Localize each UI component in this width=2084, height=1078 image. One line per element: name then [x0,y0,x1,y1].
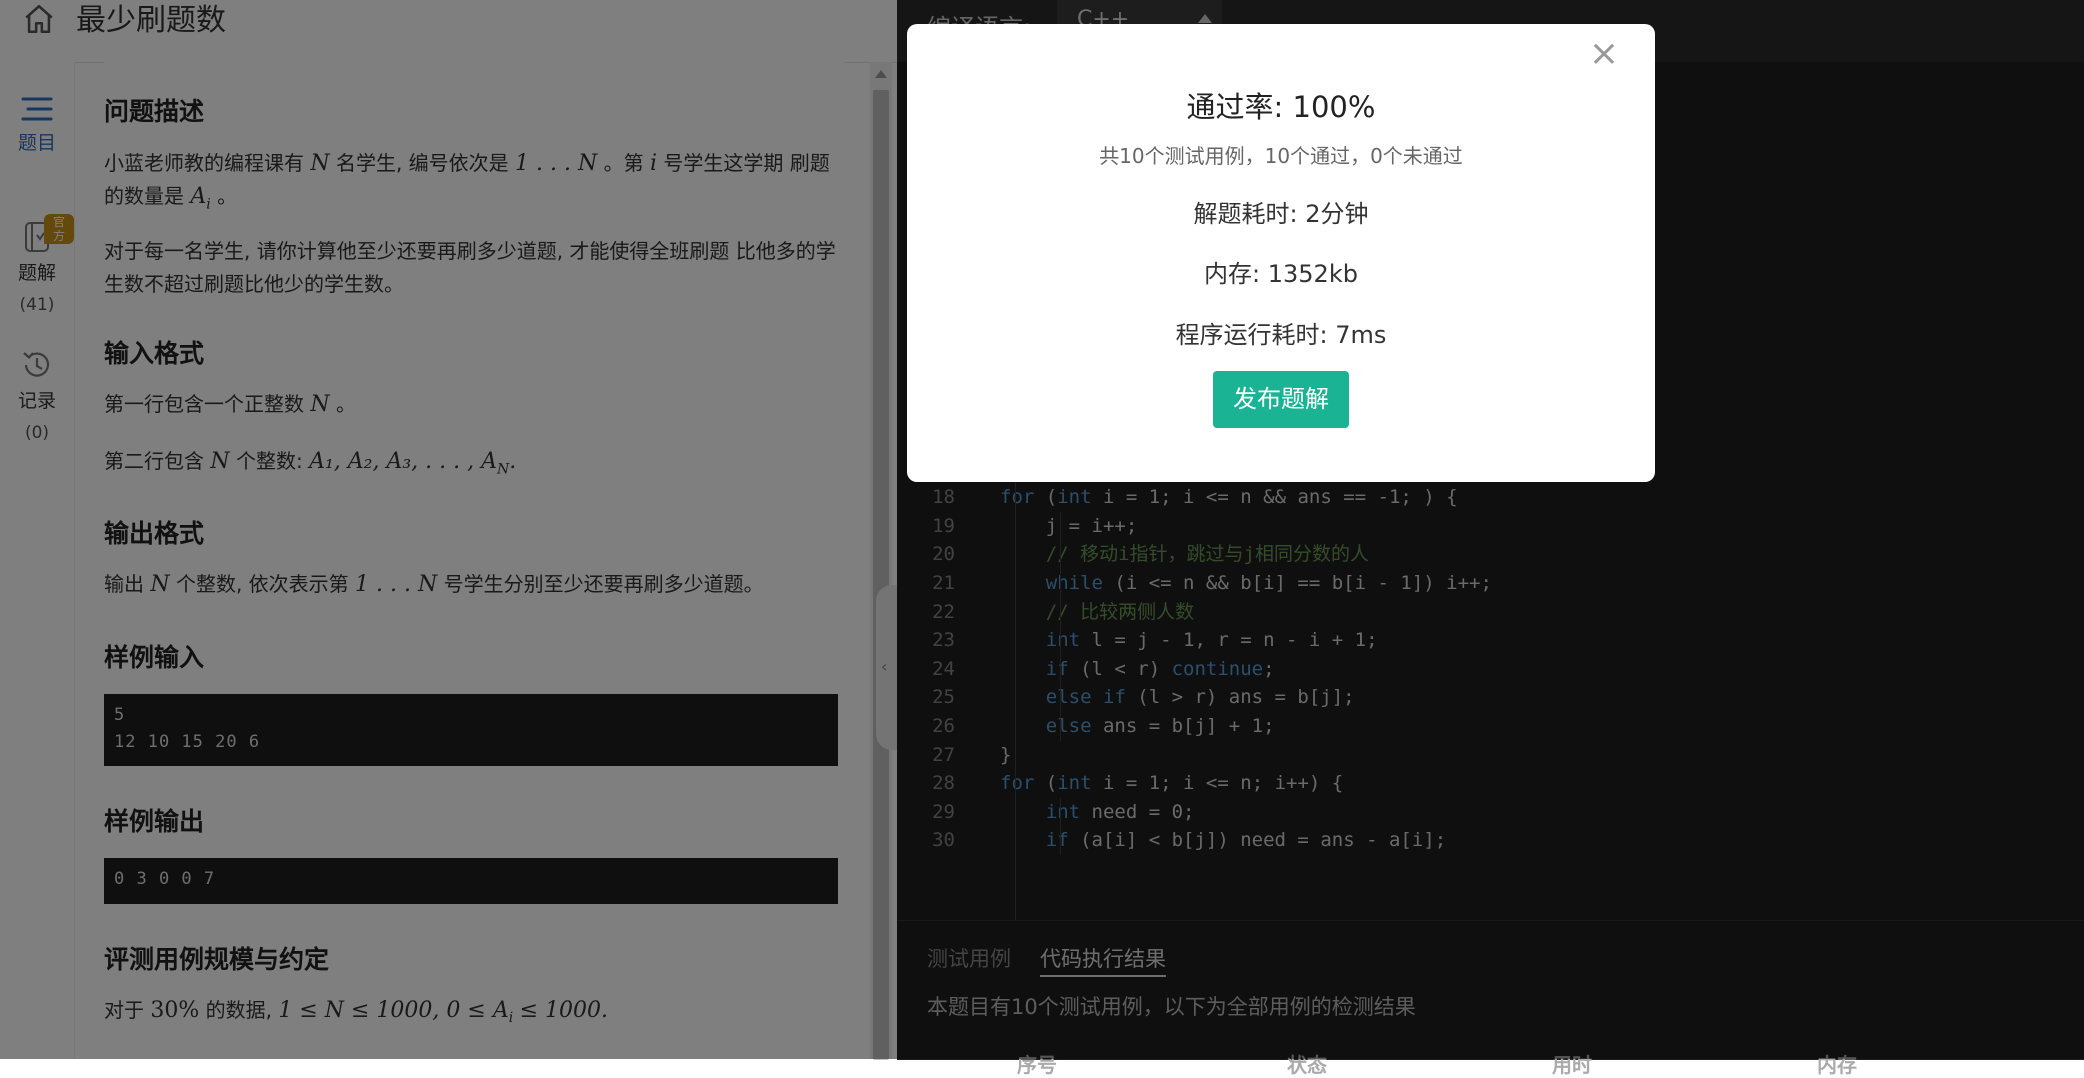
run-time: 程序运行耗时: 7ms [1175,321,1387,349]
solve-time: 解题耗时: 2分钟 [1193,200,1369,228]
pass-rate: 通过率: 100% [1186,90,1376,124]
close-icon[interactable]: × [1589,36,1619,72]
memory-usage: 内存: 1352kb [1204,260,1358,288]
test-summary: 共10个测试用例，10个通过，0个未通过 [1099,144,1463,168]
result-modal: × 通过率: 100% 共10个测试用例，10个通过，0个未通过 解题耗时: 2… [907,24,1655,482]
publish-solution-button[interactable]: 发布题解 [1213,371,1349,428]
